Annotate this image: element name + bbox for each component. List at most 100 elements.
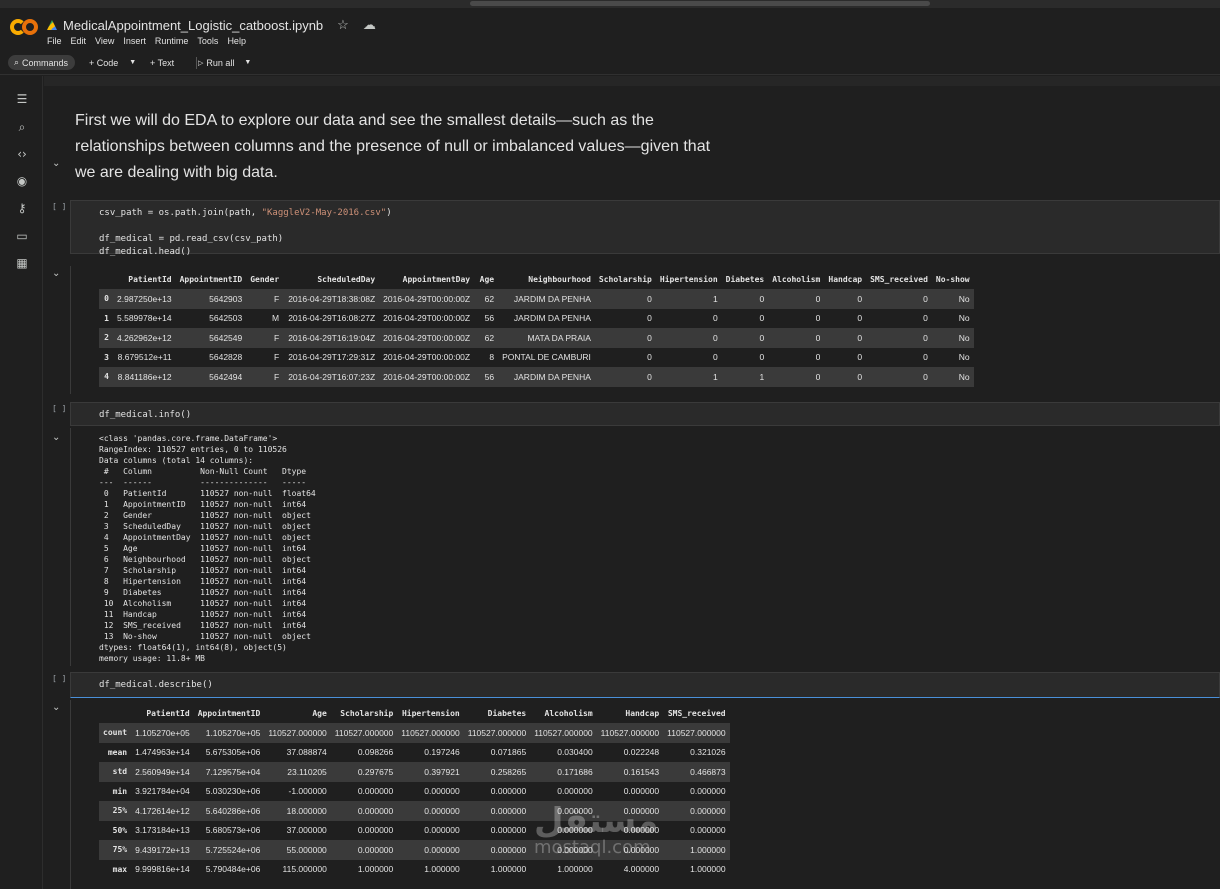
colab-logo-icon[interactable]: [10, 19, 38, 41]
table-cell: 2016-04-29T16:19:04Z: [288, 332, 376, 343]
drive-icon: [47, 20, 57, 30]
table-cell: 1: [712, 371, 718, 382]
table-cell: 0.297675: [357, 766, 394, 777]
run-all-button[interactable]: ▷ Run all ▼: [198, 55, 251, 70]
table-cell: F: [273, 352, 280, 363]
table-cell: 0.098266: [357, 747, 394, 758]
data-table-icon[interactable]: ▦: [14, 255, 30, 271]
table-cell: 0.171686: [557, 766, 593, 777]
menu-view[interactable]: View: [95, 36, 114, 46]
column-header: Scholarship: [598, 275, 652, 284]
column-header: Gender: [250, 275, 280, 284]
menu-runtime[interactable]: Runtime: [155, 36, 189, 46]
table-cell: 0.000000: [490, 786, 527, 797]
menu-insert[interactable]: Insert: [123, 36, 146, 46]
cloud-icon[interactable]: ☁: [363, 17, 376, 33]
text-cell[interactable]: ⌄ First we will do EDA to explore our da…: [44, 98, 1220, 196]
run-cell-button[interactable]: [ ]: [52, 674, 66, 683]
output-collapse-chevron-icon[interactable]: ⌄: [52, 268, 60, 279]
chevron-down-icon[interactable]: ▼: [244, 59, 251, 66]
code-cell-1[interactable]: csv_path = os.path.join(path, "KaggleV2-…: [70, 200, 1220, 257]
table-cell: 0.000000: [557, 786, 593, 797]
table-cell: F: [273, 332, 280, 343]
table-cell: 0: [857, 293, 863, 304]
commands-button[interactable]: ⌕ Commands: [8, 55, 76, 70]
run-cell-button[interactable]: [ ]: [52, 202, 66, 211]
row-index: 50%: [112, 825, 128, 835]
watermark-arabic: مستقل: [534, 801, 659, 841]
table-cell: No: [958, 371, 970, 382]
watermark-latin: mostaql.com: [534, 837, 651, 858]
menu-tools[interactable]: Tools: [197, 36, 218, 46]
table-cell: 56: [484, 313, 495, 324]
add-text-button[interactable]: + Text: [150, 55, 174, 70]
table-cell: 0: [923, 293, 928, 304]
column-header: Age: [479, 275, 495, 284]
table-cell: No: [958, 332, 970, 343]
table-cell: 9.999816e+14: [135, 864, 190, 875]
variables-icon[interactable]: ◉: [14, 173, 30, 189]
add-code-button[interactable]: + Code ▼: [89, 55, 136, 70]
run-cell-button[interactable]: [ ]: [52, 404, 66, 413]
code-snippets-icon[interactable]: ‹›: [14, 146, 30, 162]
secrets-icon[interactable]: ⚷: [14, 200, 30, 216]
find-icon[interactable]: ⌕: [14, 119, 30, 135]
table-cell: 0: [857, 332, 863, 343]
table-cell: 0: [923, 371, 928, 382]
table-cell: 0.000000: [690, 786, 726, 797]
code-cell-2[interactable]: df_medical.info(): [70, 402, 1220, 426]
menu-file[interactable]: File: [47, 36, 62, 46]
table-cell: 4.172614e+12: [135, 805, 190, 816]
table-cell: 0.000000: [690, 825, 726, 836]
table-cell: 0: [647, 313, 652, 324]
row-index: std: [112, 767, 128, 777]
table-cell: -1.000000: [288, 786, 327, 797]
search-icon: ⌕: [14, 57, 20, 68]
table-cell: 1.000000: [357, 864, 394, 875]
table-cell: 0.071865: [490, 747, 527, 758]
table-row: 1 5.589978e+14 5642503 M 2016-04-29T16:08:27…: [99, 309, 974, 329]
toc-icon[interactable]: ☰: [14, 91, 30, 107]
star-icon[interactable]: ☆: [337, 17, 349, 33]
table-cell: 1.000000: [690, 844, 726, 855]
table-cell: 0: [857, 352, 863, 363]
code-line: df_medical = pd.read_csv(csv_path): [99, 234, 284, 244]
files-icon[interactable]: ▭: [14, 228, 30, 244]
column-header: Handcap: [625, 709, 660, 718]
table-cell: 110527.000000: [334, 727, 394, 738]
table-row: 4 8.841186e+12 5642494 F 2016-04-29T16:07:23…: [99, 367, 974, 387]
column-header: Hipertension: [659, 275, 718, 284]
table-cell: 4.000000: [623, 864, 660, 875]
table-cell: 0.030400: [557, 747, 593, 758]
table-cell: 115.000000: [282, 864, 327, 875]
row-index: min: [112, 786, 128, 796]
table-cell: 2016-04-29T18:38:08Z: [288, 293, 376, 304]
table-cell: 110527.000000: [667, 727, 726, 738]
output-collapse-chevron-icon[interactable]: ⌄: [52, 432, 60, 443]
column-header: [99, 270, 113, 289]
table-cell: 0.000000: [424, 786, 460, 797]
row-index: count: [103, 728, 128, 738]
column-header: [99, 704, 131, 723]
table-cell: 1.000000: [424, 864, 460, 875]
menu-help[interactable]: Help: [227, 36, 246, 46]
table-cell: 5.589978e+14: [117, 313, 172, 324]
browser-tab-strip: [470, 1, 930, 6]
column-header: Hipertension: [401, 709, 460, 718]
code-line: csv_path = os.path.join(path, "KaggleV2-…: [99, 208, 392, 218]
collapse-chevron-icon[interactable]: ⌄: [52, 158, 60, 169]
chevron-down-icon[interactable]: ▼: [129, 59, 136, 66]
table-row: 3 8.679512e+11 5642828 F 2016-04-29T17:29:31…: [99, 348, 974, 368]
table-cell: 0: [759, 332, 765, 343]
code-cell-3[interactable]: df_medical.describe(): [70, 672, 1220, 698]
menu-edit[interactable]: Edit: [71, 36, 87, 46]
table-cell: 0: [712, 313, 718, 324]
notebook-filename[interactable]: MedicalAppointment_Logistic_catboost.ipy…: [63, 18, 323, 33]
menu-bar: File Edit View Insert Runtime Tools Help: [47, 36, 246, 46]
table-cell: JARDIM DA PENHA: [513, 371, 591, 382]
table-cell: 0: [857, 313, 863, 324]
table-cell: 1: [759, 371, 765, 382]
add-text-label: + Text: [150, 57, 175, 68]
output-collapse-chevron-icon[interactable]: ⌄: [52, 702, 60, 713]
table-cell: 0.000000: [490, 805, 527, 816]
